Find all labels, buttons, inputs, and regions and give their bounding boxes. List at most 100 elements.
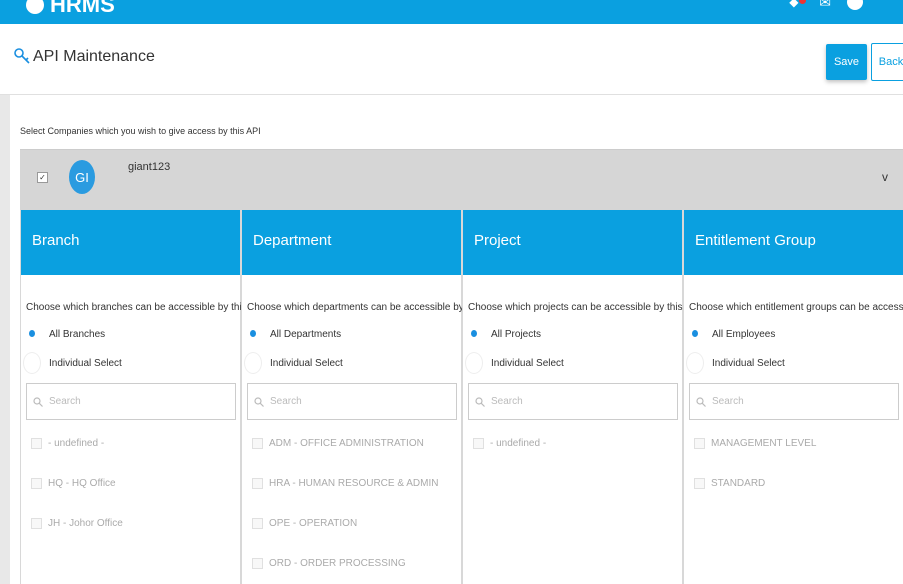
main-content: Select Companies which you wish to give … <box>10 95 903 584</box>
radio-all[interactable]: All Employees <box>689 328 775 340</box>
item-label: - undefined - <box>48 438 105 449</box>
top-navbar: HRMS ◆ ✉ <box>0 0 903 24</box>
item-checkbox[interactable] <box>252 478 263 489</box>
item-checkbox[interactable] <box>31 518 42 529</box>
radio-all[interactable]: All Projects <box>468 328 541 340</box>
list-item[interactable]: HRA - HUMAN RESOURCE & ADMIN <box>252 478 438 489</box>
item-label: - undefined - <box>490 438 547 449</box>
item-label: MANAGEMENT LEVEL <box>711 438 817 449</box>
item-label: HRA - HUMAN RESOURCE & ADMIN <box>269 478 439 489</box>
column-header: Project <box>463 210 682 275</box>
logo-icon <box>26 0 44 14</box>
search-box[interactable] <box>468 383 678 420</box>
radio-selected-icon[interactable] <box>26 328 38 340</box>
radio-individual-label: Individual Select <box>491 357 564 369</box>
list-item[interactable]: ORD - ORDER PROCESSING <box>252 558 406 569</box>
radio-individual-label: Individual Select <box>49 357 122 369</box>
item-checkbox[interactable] <box>31 438 42 449</box>
search-icon <box>475 396 485 407</box>
entitlement-group-column: Entitlement Group Choose which entitleme… <box>683 210 903 584</box>
radio-individual[interactable]: Individual Select <box>23 352 122 374</box>
item-checkbox[interactable] <box>252 518 263 529</box>
item-label: STANDARD <box>711 478 766 489</box>
radio-all[interactable]: All Departments <box>247 328 341 340</box>
search-input[interactable] <box>49 396 219 407</box>
item-checkbox[interactable] <box>473 438 484 449</box>
search-icon <box>33 396 43 407</box>
company-avatar: GI <box>69 160 95 194</box>
list-item[interactable]: - undefined - <box>31 438 104 449</box>
project-column: Project Choose which projects can be acc… <box>462 210 701 584</box>
company-checkbox[interactable]: ✓ <box>37 172 48 183</box>
item-label: JH - Johor Office <box>48 518 123 529</box>
chevron-down-icon[interactable]: v <box>882 170 888 184</box>
radio-all[interactable]: All Branches <box>26 328 105 340</box>
item-label: HQ - HQ Office <box>48 478 116 489</box>
radio-individual[interactable]: Individual Select <box>686 352 785 374</box>
column-header: Entitlement Group <box>684 210 903 275</box>
item-checkbox[interactable] <box>252 438 263 449</box>
app-logo[interactable]: HRMS <box>26 0 115 18</box>
app-name: HRMS <box>50 0 115 17</box>
search-box[interactable] <box>247 383 457 420</box>
user-avatar-icon[interactable] <box>847 0 863 10</box>
list-item[interactable]: JH - Johor Office <box>31 518 123 529</box>
column-description: Choose which projects can be accessible … <box>468 302 701 313</box>
list-item[interactable]: STANDARD <box>694 478 765 489</box>
column-description: Choose which entitlement groups can be a… <box>689 302 903 313</box>
search-input[interactable] <box>712 396 882 407</box>
search-input[interactable] <box>270 396 440 407</box>
radio-unselected-icon[interactable] <box>244 352 262 374</box>
top-icons: ◆ ✉ <box>789 0 863 10</box>
search-box[interactable] <box>26 383 236 420</box>
back-button[interactable]: Back <box>871 43 903 81</box>
save-button[interactable]: Save <box>826 44 867 80</box>
item-checkbox[interactable] <box>694 438 705 449</box>
item-checkbox[interactable] <box>694 478 705 489</box>
list-item[interactable]: MANAGEMENT LEVEL <box>694 438 816 449</box>
bell-icon[interactable]: ◆ <box>789 0 807 9</box>
item-checkbox[interactable] <box>252 558 263 569</box>
search-icon <box>254 396 264 407</box>
radio-selected-icon[interactable] <box>468 328 480 340</box>
radio-individual-label: Individual Select <box>712 357 785 369</box>
radio-unselected-icon[interactable] <box>23 352 41 374</box>
item-label: ADM - OFFICE ADMINISTRATION <box>269 438 424 449</box>
radio-individual[interactable]: Individual Select <box>244 352 343 374</box>
department-column: Department Choose which departments can … <box>241 210 500 584</box>
radio-individual[interactable]: Individual Select <box>465 352 564 374</box>
radio-all-label: All Branches <box>49 328 106 340</box>
search-box[interactable] <box>689 383 899 420</box>
item-label: OPE - OPERATION <box>269 518 358 529</box>
radio-individual-label: Individual Select <box>270 357 343 369</box>
list-item[interactable]: OPE - OPERATION <box>252 518 357 529</box>
access-columns: Branch Choose which branches can be acce… <box>20 210 903 584</box>
list-item[interactable]: ADM - OFFICE ADMINISTRATION <box>252 438 424 449</box>
page-header: API Maintenance Save Back <box>0 24 903 95</box>
instructions-text: Select Companies which you wish to give … <box>20 126 261 136</box>
item-label: ORD - ORDER PROCESSING <box>269 558 406 569</box>
search-input[interactable] <box>491 396 661 407</box>
radio-selected-icon[interactable] <box>247 328 259 340</box>
company-name: giant123 <box>128 161 171 173</box>
company-row[interactable]: ✓ GI giant123 v <box>20 149 903 210</box>
page-title: API Maintenance <box>33 48 155 65</box>
list-item[interactable]: - undefined - <box>473 438 546 449</box>
column-header: Branch <box>21 210 240 275</box>
key-icon <box>14 48 30 64</box>
left-strip <box>0 95 10 584</box>
chat-icon[interactable]: ✉ <box>819 0 831 9</box>
radio-all-label: All Departments <box>270 328 342 340</box>
radio-unselected-icon[interactable] <box>465 352 483 374</box>
search-icon <box>696 396 706 407</box>
radio-unselected-icon[interactable] <box>686 352 704 374</box>
list-item[interactable]: HQ - HQ Office <box>31 478 116 489</box>
column-description: Choose which branches can be accessible … <box>26 302 266 313</box>
column-header: Department <box>242 210 461 275</box>
notification-dot <box>799 0 807 4</box>
branch-column: Branch Choose which branches can be acce… <box>20 210 265 584</box>
radio-all-label: All Projects <box>491 328 542 340</box>
item-checkbox[interactable] <box>31 478 42 489</box>
radio-selected-icon[interactable] <box>689 328 701 340</box>
radio-all-label: All Employees <box>712 328 776 340</box>
